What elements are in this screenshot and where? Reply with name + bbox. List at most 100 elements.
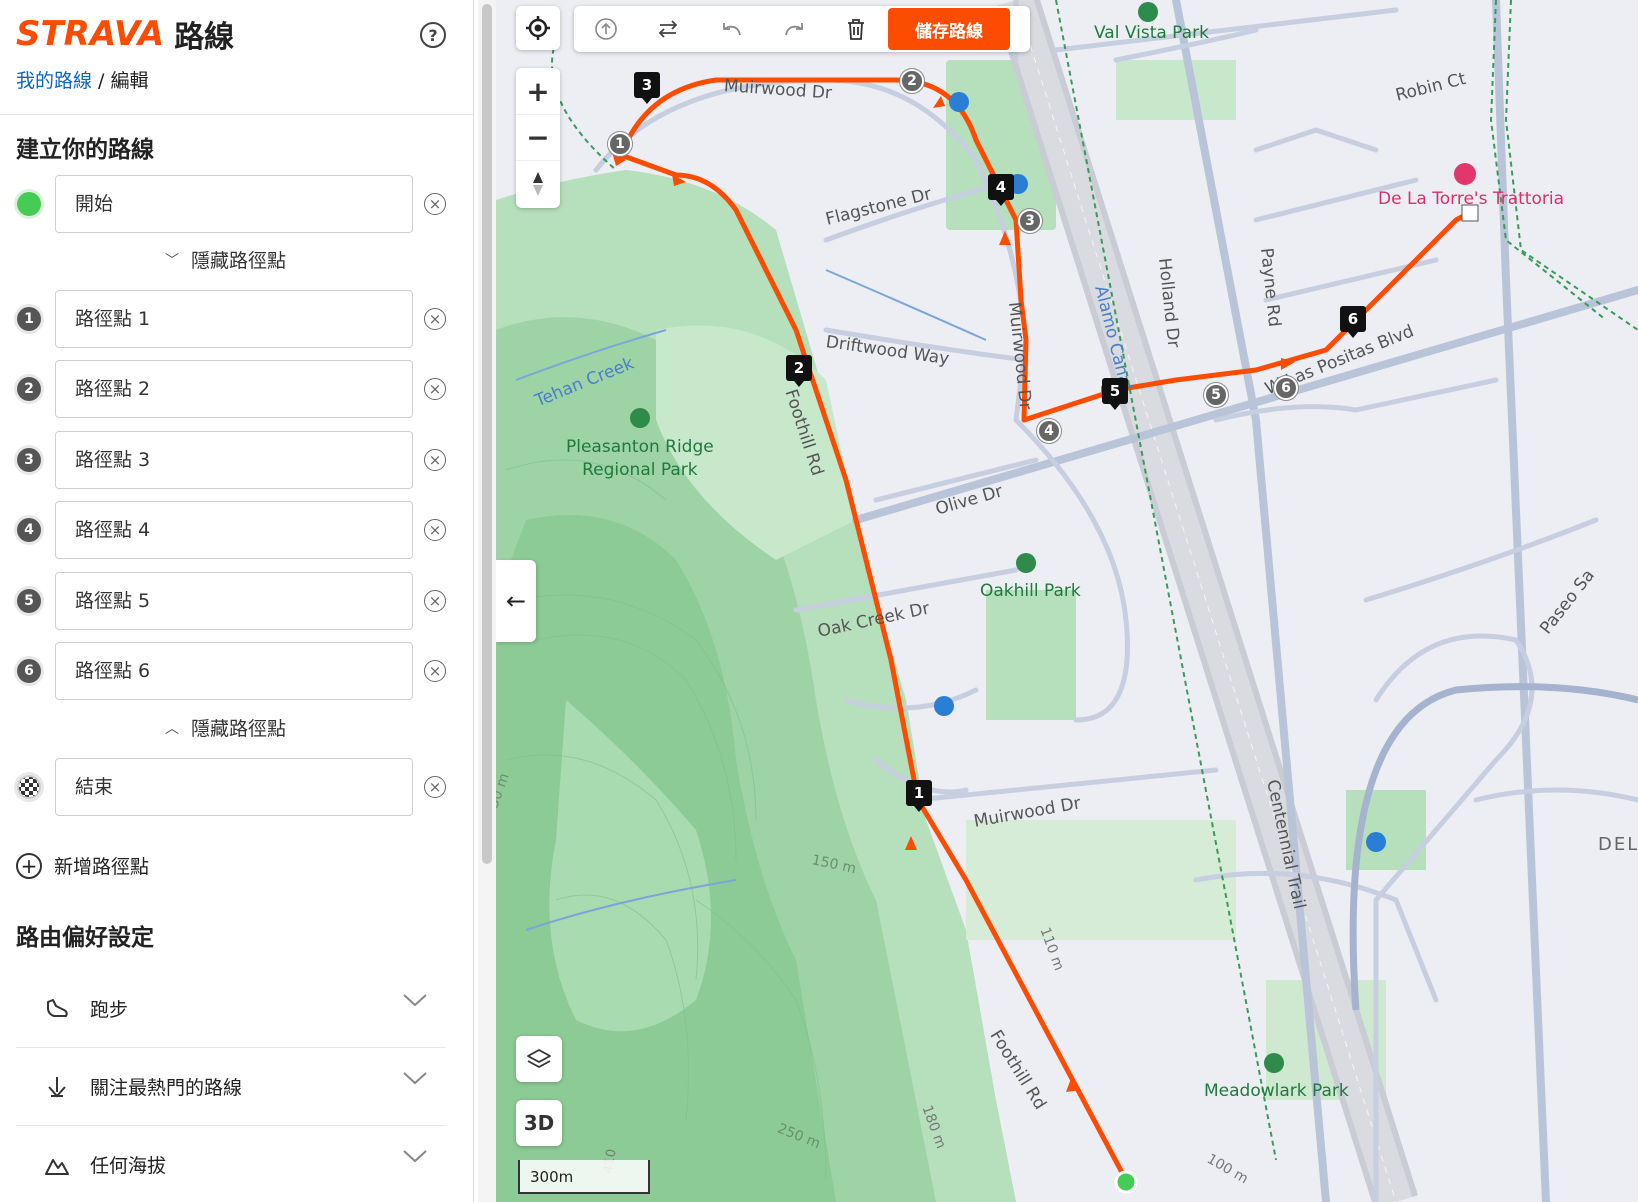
- preference-sport[interactable]: 跑步: [16, 970, 446, 1048]
- builder-title: 建立你的路線: [16, 137, 154, 163]
- breadcrumb-my-routes-link[interactable]: 我的路線: [16, 70, 92, 92]
- end-row: 結束 ×: [0, 758, 473, 816]
- preference-label: 關注最熱門的路線: [90, 1077, 243, 1099]
- remove-waypoint-icon[interactable]: ×: [424, 308, 446, 330]
- plus-icon: +: [16, 852, 42, 879]
- route-toolbar: 儲存路線: [574, 6, 1030, 52]
- hide-waypoints-toggle[interactable]: ﹀ 隱藏路徑點: [165, 246, 286, 273]
- waypoint-row: 2 路徑點 2 ×: [0, 360, 473, 418]
- preference-popularity[interactable]: 關注最熱門的路線: [16, 1048, 446, 1126]
- waypoint-marker[interactable]: 5: [1204, 383, 1228, 407]
- collapse-sidebar-button[interactable]: ←: [496, 560, 536, 642]
- locate-me-button[interactable]: [516, 6, 560, 50]
- remove-waypoint-icon[interactable]: ×: [424, 660, 446, 682]
- chevron-up-icon: ︿: [165, 720, 179, 737]
- sidebar-scrollbar[interactable]: [478, 0, 496, 1202]
- breadcrumb-current: 編輯: [110, 70, 149, 92]
- redo-icon[interactable]: [774, 14, 814, 44]
- 3d-view-button[interactable]: 3D: [516, 1100, 562, 1146]
- route-mile-marker[interactable]: 4: [988, 174, 1014, 206]
- waypoint-marker[interactable]: 3: [1018, 209, 1042, 233]
- area-label: DEL: [1598, 834, 1638, 855]
- waypoint-input[interactable]: 路徑點 2: [55, 360, 413, 418]
- elevation-icon: [42, 1150, 72, 1180]
- chevron-down-icon: ﹀: [165, 252, 179, 269]
- route-mile-marker[interactable]: 2: [786, 355, 812, 387]
- route-mile-marker[interactable]: 5: [1102, 378, 1128, 410]
- start-marker-icon: [17, 192, 41, 216]
- waypoint-input[interactable]: 路徑點 6: [55, 642, 413, 700]
- save-route-button[interactable]: 儲存路線: [888, 8, 1010, 50]
- waypoint-row: 5 路徑點 5 ×: [0, 572, 473, 630]
- page-title: 路線: [174, 20, 235, 55]
- route-mile-marker[interactable]: 3: [634, 72, 660, 104]
- waypoint-marker[interactable]: 6: [1274, 376, 1298, 400]
- waypoint-number-badge: 6: [17, 659, 41, 683]
- chevron-down-icon: [402, 1070, 428, 1090]
- remove-waypoint-icon[interactable]: ×: [424, 449, 446, 471]
- out-and-back-icon[interactable]: [586, 14, 626, 44]
- zoom-in-button[interactable]: +: [516, 68, 560, 114]
- start-row: 開始 ×: [0, 175, 473, 233]
- waypoint-marker[interactable]: 4: [1037, 419, 1061, 443]
- remove-waypoint-icon[interactable]: ×: [424, 378, 446, 400]
- chevron-down-icon: [402, 1148, 428, 1168]
- waypoint-marker[interactable]: 1: [608, 132, 632, 156]
- waypoint-marker[interactable]: 2: [900, 69, 924, 93]
- crosshair-icon: [526, 16, 550, 40]
- remove-start-icon[interactable]: ×: [424, 193, 446, 215]
- shoe-icon: [42, 994, 72, 1024]
- breadcrumb-separator: /: [92, 70, 111, 92]
- popular-route-icon: [42, 1072, 72, 1102]
- waypoint-input[interactable]: 路徑點 1: [55, 290, 413, 348]
- arrow-left-icon: ←: [505, 587, 527, 615]
- waypoint-row: 3 路徑點 3 ×: [0, 431, 473, 489]
- park-label: Pleasanton Ridge Regional Park: [566, 437, 714, 480]
- park-label: Val Vista Park: [1094, 23, 1209, 43]
- waypoint-row: 1 路徑點 1 ×: [0, 290, 473, 348]
- finish-flag-icon: [17, 775, 41, 799]
- waypoint-number-badge: 4: [17, 518, 41, 542]
- hide-waypoints-toggle[interactable]: ︿ 隱藏路徑點: [165, 714, 286, 741]
- waypoint-number-badge: 5: [17, 589, 41, 613]
- help-icon[interactable]: ?: [420, 22, 446, 48]
- park-label: Meadowlark Park: [1204, 1081, 1349, 1101]
- waypoint-input[interactable]: 路徑點 3: [55, 431, 413, 489]
- layers-icon: [527, 1049, 551, 1068]
- route-mile-marker[interactable]: 6: [1340, 306, 1366, 338]
- route-mile-marker[interactable]: 1: [906, 780, 932, 812]
- waypoint-row: 4 路徑點 4 ×: [0, 501, 473, 559]
- preference-label: 跑步: [90, 999, 129, 1021]
- map-layers-button[interactable]: [516, 1036, 562, 1082]
- waypoint-number-badge: 2: [17, 377, 41, 401]
- undo-icon[interactable]: [712, 14, 752, 44]
- strava-logo[interactable]: STRAVA: [16, 14, 164, 54]
- zoom-out-button[interactable]: −: [516, 114, 560, 160]
- compass-icon: [533, 171, 543, 196]
- poi-label[interactable]: De La Torre's Trattoria: [1378, 188, 1564, 211]
- preference-elevation[interactable]: 任何海拔: [16, 1126, 446, 1202]
- waypoint-input[interactable]: 路徑點 5: [55, 572, 413, 630]
- compass-button[interactable]: [516, 160, 560, 206]
- delete-route-icon[interactable]: [836, 14, 876, 44]
- remove-waypoint-icon[interactable]: ×: [424, 519, 446, 541]
- waypoint-row: 6 路徑點 6 ×: [0, 642, 473, 700]
- remove-end-icon[interactable]: ×: [424, 776, 446, 798]
- chevron-down-icon: [402, 992, 428, 1012]
- hide-waypoints-label: 隱藏路徑點: [191, 718, 287, 740]
- hide-waypoints-label: 隱藏路徑點: [191, 250, 287, 272]
- breadcrumb: 我的路線 / 編輯: [16, 66, 149, 93]
- reverse-route-icon[interactable]: [648, 14, 688, 44]
- remove-waypoint-icon[interactable]: ×: [424, 590, 446, 612]
- add-waypoint-label: 新增路徑點: [54, 856, 150, 878]
- preference-label: 任何海拔: [90, 1155, 167, 1177]
- park-label: Oakhill Park: [980, 581, 1081, 601]
- map-scale: 300m: [518, 1160, 650, 1194]
- scrollbar-thumb[interactable]: [482, 4, 492, 864]
- waypoint-number-badge: 1: [17, 307, 41, 331]
- route-map[interactable]: Muirwood Dr Flagstone Dr Driftwood Way M…: [496, 0, 1638, 1202]
- start-input[interactable]: 開始: [55, 175, 413, 233]
- add-waypoint-button[interactable]: + 新增路徑點: [16, 852, 149, 879]
- end-input[interactable]: 結束: [55, 758, 413, 816]
- waypoint-input[interactable]: 路徑點 4: [55, 501, 413, 559]
